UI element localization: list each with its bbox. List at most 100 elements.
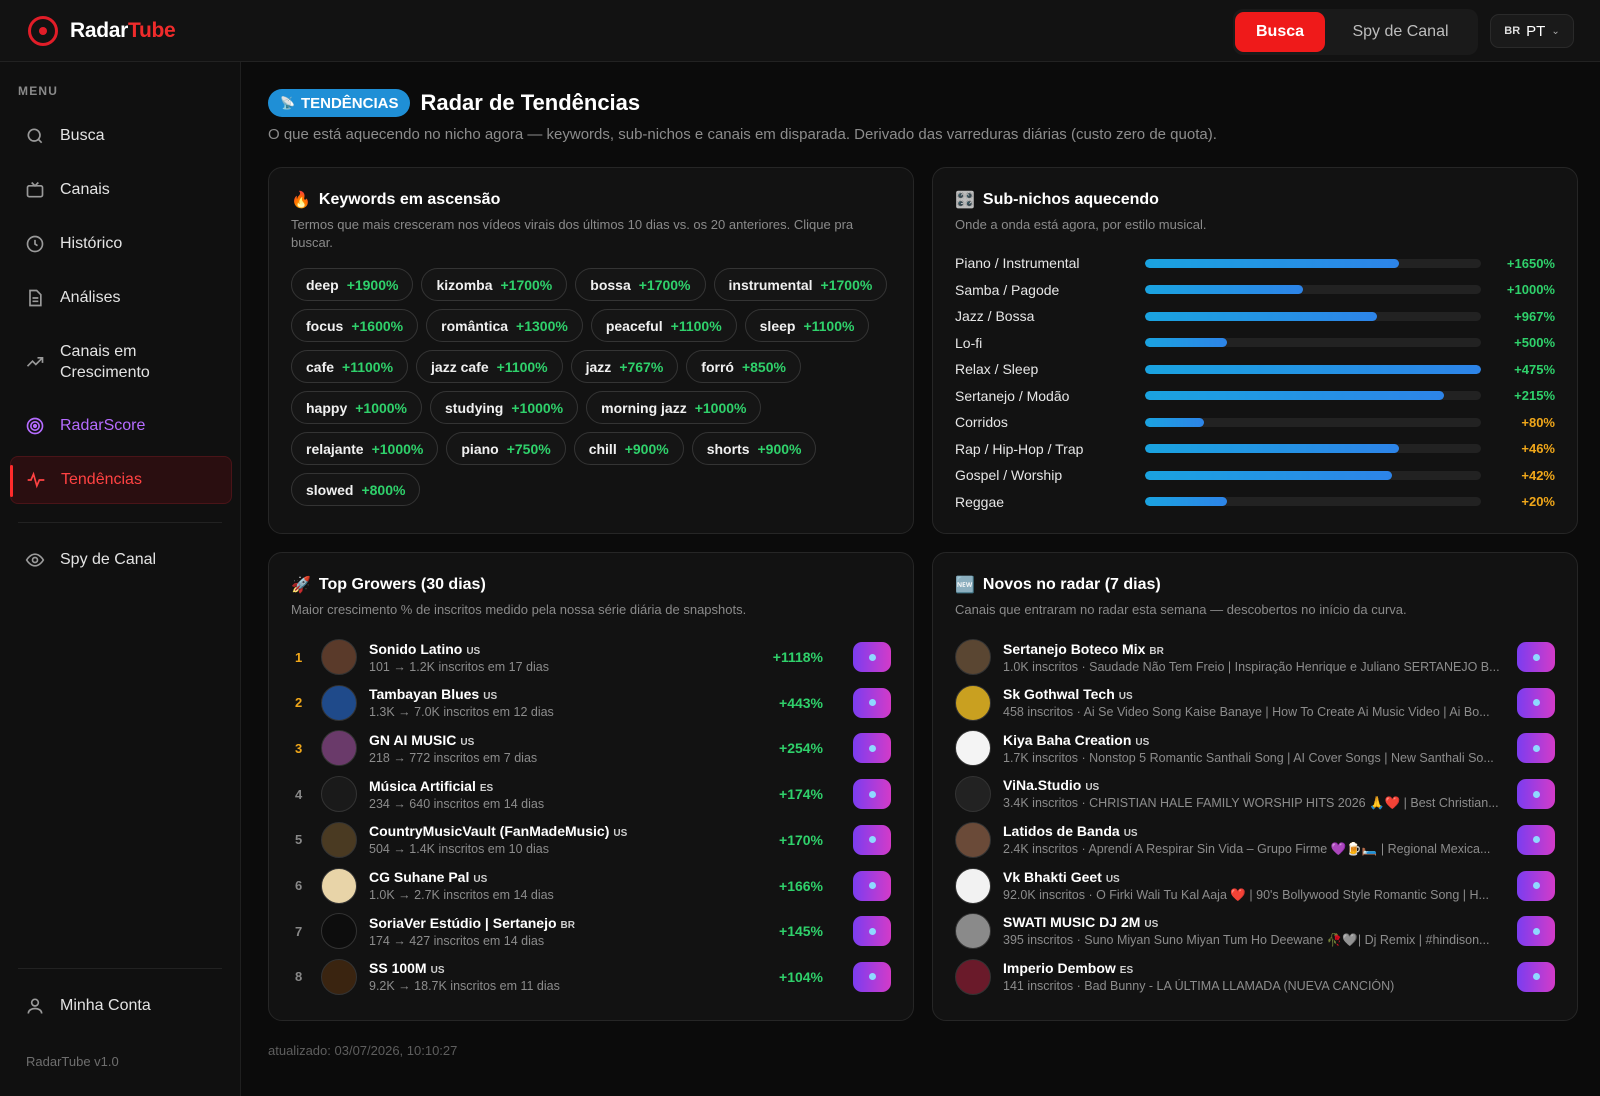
keyword-chip[interactable]: jazz +767% — [570, 350, 679, 383]
sidebar-item-minha-conta[interactable]: Minha Conta — [10, 986, 232, 1026]
open-channel-button[interactable] — [853, 870, 891, 901]
keyword-chip[interactable]: peaceful +1100% — [590, 309, 737, 342]
avatar[interactable] — [321, 776, 357, 813]
keyword-chip[interactable]: jazz cafe +1100% — [416, 350, 563, 383]
keywords-subtitle: Termos que mais cresceram nos vídeos vir… — [291, 217, 854, 250]
channel-name[interactable]: Música Artificial ES — [369, 778, 789, 794]
keyword-chip[interactable]: piano +750% — [446, 432, 566, 465]
open-channel-button[interactable] — [853, 687, 891, 718]
channel-row[interactable]: ViNa.Studio US 3.4K inscritos · CHRISTIAN … — [955, 774, 1555, 814]
channel-row[interactable]: 1 Sonido Latino US 101 → 1.2K inscritos em … — [291, 637, 891, 677]
channel-name[interactable]: SWATI MUSIC DJ 2M US — [1003, 914, 1503, 930]
channel-row[interactable]: Latidos de Banda US 2.4K inscritos · Apren… — [955, 820, 1555, 860]
keyword-chip[interactable]: happy +1000% — [291, 391, 423, 424]
channel-name[interactable]: CountryMusicVault (FanMadeMusic) US — [369, 823, 789, 839]
channel-row[interactable]: Sertanejo Boteco Mix BR 1.0K inscritos · S… — [955, 637, 1555, 677]
busca-button[interactable]: Busca — [1235, 12, 1325, 52]
grid-icon: 🎛️ — [955, 192, 975, 209]
language-selector[interactable]: BR PT ⌄ — [1490, 14, 1574, 48]
keyword-chip[interactable]: forró +850% — [686, 350, 801, 383]
avatar[interactable] — [321, 684, 357, 721]
country-code: US — [613, 828, 628, 840]
channel-name[interactable]: SS 100M US — [369, 960, 789, 976]
channel-name[interactable]: Imperio Dembow ES — [1003, 960, 1503, 976]
channel-name[interactable]: CG Suhane Pal US — [369, 869, 789, 885]
channel-row[interactable]: Sk Gothwal Tech US 458 inscritos · Ai Se V… — [955, 683, 1555, 723]
avatar[interactable] — [321, 867, 357, 904]
channel-row[interactable]: 7 SoriaVer Estúdio | Sertanejo BR 174 → 427… — [291, 911, 891, 951]
avatar[interactable] — [321, 821, 357, 858]
sidebar-item-spy-de-canal[interactable]: Spy de Canal — [10, 540, 232, 580]
sidebar-item-busca[interactable]: Busca — [10, 116, 232, 156]
open-channel-button[interactable] — [853, 733, 891, 764]
channel-name[interactable]: Sertanejo Boteco Mix BR — [1003, 641, 1503, 657]
sidebar-item-historico[interactable]: Histórico — [10, 224, 232, 264]
open-channel-button[interactable] — [1517, 916, 1555, 947]
keyword-chip[interactable]: relajante +1000% — [291, 432, 439, 465]
open-channel-button[interactable] — [853, 961, 891, 992]
keyword-chip[interactable]: instrumental +1700% — [713, 268, 888, 301]
sidebar-item-tendencias[interactable]: Tendências — [10, 456, 232, 504]
keyword-chip[interactable]: focus +1600% — [291, 309, 419, 342]
sidebar-item-radarscore[interactable]: RadarScore — [10, 406, 232, 446]
avatar[interactable] — [321, 913, 357, 950]
avatar[interactable] — [955, 684, 991, 721]
open-channel-button[interactable] — [1517, 870, 1555, 901]
keyword-chip[interactable]: morning jazz +1000% — [586, 391, 762, 424]
channel-name[interactable]: Kiya Baha Creation US — [1003, 732, 1503, 748]
logo[interactable]: RadarTube — [28, 14, 176, 48]
channel-name[interactable]: Tambayan Blues US — [369, 686, 789, 702]
channel-row[interactable]: 2 Tambayan Blues US 1.3K → 7.0K inscritos e… — [291, 683, 891, 723]
keyword-chip[interactable]: chill +900% — [573, 432, 684, 465]
channel-row[interactable]: Imperio Dembow ES 141 inscritos · Bad Bunn… — [955, 957, 1555, 997]
avatar[interactable] — [321, 639, 357, 675]
keyword-chip[interactable]: deep +1900% — [291, 268, 414, 301]
avatar[interactable] — [955, 867, 991, 904]
channel-row[interactable]: 6 CG Suhane Pal US 1.0K → 2.7K inscritos em… — [291, 866, 891, 906]
avatar[interactable] — [955, 821, 991, 858]
open-channel-button[interactable] — [1517, 824, 1555, 855]
open-channel-button[interactable] — [853, 642, 891, 672]
open-channel-button[interactable] — [1517, 642, 1555, 672]
keyword-chip[interactable]: kizomba +1700% — [421, 268, 568, 301]
keyword-chip[interactable]: shorts +900% — [691, 432, 817, 465]
open-channel-button[interactable] — [1517, 687, 1555, 718]
avatar[interactable] — [955, 730, 991, 767]
avatar[interactable] — [321, 730, 357, 767]
avatar[interactable] — [955, 776, 991, 813]
open-channel-button[interactable] — [1517, 779, 1555, 810]
open-channel-button[interactable] — [853, 779, 891, 810]
spy-de-canal-button[interactable]: Spy de Canal — [1325, 12, 1476, 52]
open-channel-button[interactable] — [1517, 961, 1555, 992]
channel-row[interactable]: 4 Música Artificial ES 234 → 640 inscritos … — [291, 774, 891, 814]
avatar[interactable] — [955, 639, 991, 675]
keyword-chip[interactable]: sleep +1100% — [744, 309, 870, 342]
channel-name[interactable]: Sk Gothwal Tech US — [1003, 686, 1503, 702]
avatar[interactable] — [955, 913, 991, 950]
channel-name[interactable]: GN AI MUSIC US — [369, 732, 789, 748]
channel-name[interactable]: ViNa.Studio US — [1003, 777, 1503, 793]
channel-row[interactable]: 8 SS 100M US 9.2K → 18.7K inscritos em 11 d… — [291, 957, 891, 997]
channel-row[interactable]: SWATI MUSIC DJ 2M US 395 inscritos · Suno … — [955, 911, 1555, 951]
channel-row[interactable]: 3 GN AI MUSIC US 218 → 772 inscritos em 7 d… — [291, 728, 891, 768]
sidebar-item-canais[interactable]: Canais — [10, 170, 232, 210]
channel-name[interactable]: Vk Bhakti Geet US — [1003, 869, 1503, 885]
open-channel-button[interactable] — [853, 824, 891, 855]
channel-row[interactable]: 5 CountryMusicVault (FanMadeMusic) US 504 →… — [291, 820, 891, 860]
avatar[interactable] — [955, 958, 991, 995]
channel-name[interactable]: SoriaVer Estúdio | Sertanejo BR — [369, 915, 789, 931]
keyword-chip[interactable]: bossa +1700% — [575, 268, 706, 301]
keyword-chip[interactable]: slowed +800% — [291, 473, 421, 506]
channel-name[interactable]: Latidos de Banda US — [1003, 823, 1503, 839]
channel-row[interactable]: Vk Bhakti Geet US 92.0K inscritos · O Firk… — [955, 866, 1555, 906]
keyword-chip[interactable]: studying +1000% — [430, 391, 579, 424]
keyword-chip[interactable]: romântica +1300% — [426, 309, 583, 342]
sidebar-item-canais-em-crescimento[interactable]: Canais em Crescimento — [10, 332, 232, 392]
open-channel-button[interactable] — [1517, 733, 1555, 764]
open-channel-button[interactable] — [853, 916, 891, 947]
keyword-chip[interactable]: cafe +1100% — [291, 350, 409, 383]
channel-name[interactable]: Sonido Latino US — [369, 641, 789, 657]
sidebar-item-analises[interactable]: Análises — [10, 278, 232, 318]
avatar[interactable] — [321, 958, 357, 995]
channel-row[interactable]: Kiya Baha Creation US 1.7K inscritos · Non… — [955, 728, 1555, 768]
